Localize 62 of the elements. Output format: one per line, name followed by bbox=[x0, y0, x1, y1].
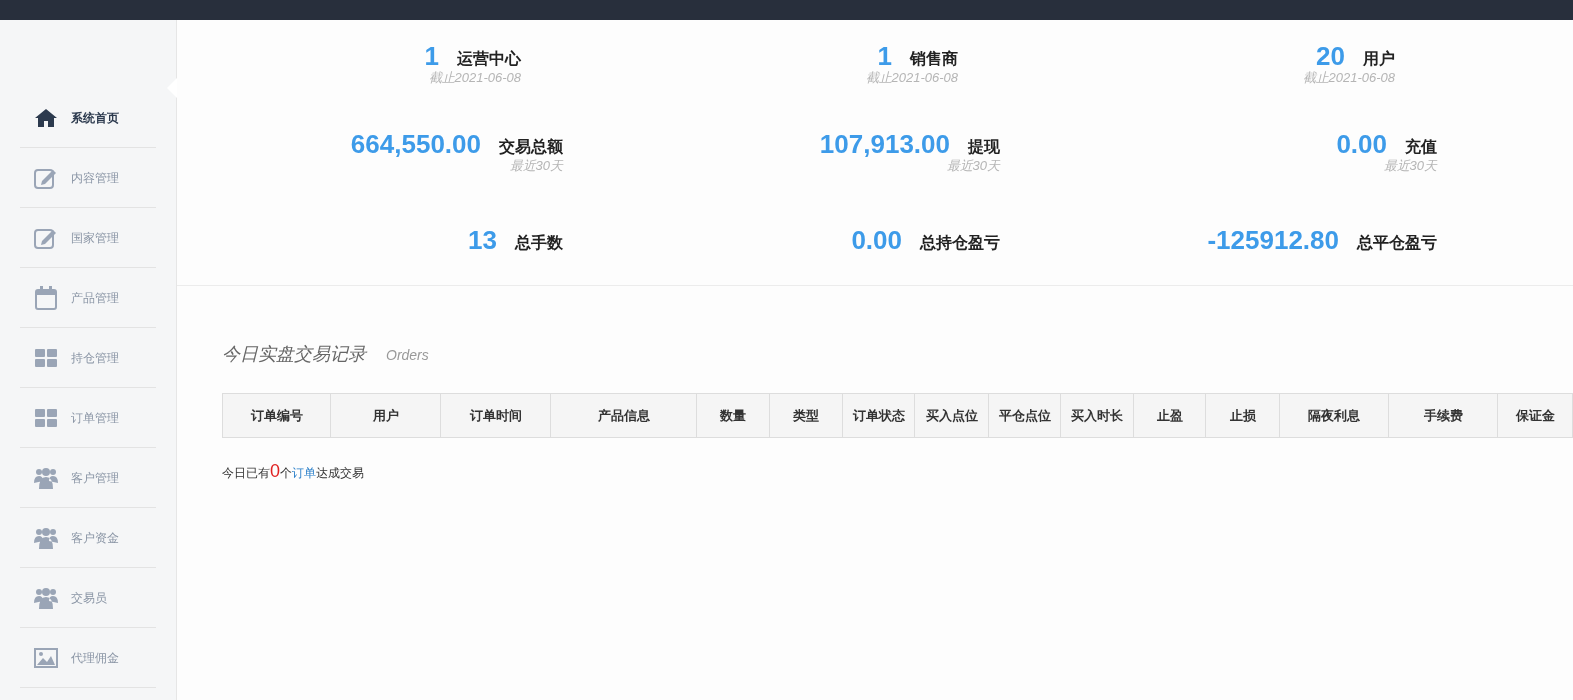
sidebar-item[interactable]: 客户管理 bbox=[20, 448, 156, 508]
column-header: 保证金 bbox=[1498, 394, 1573, 437]
sidebar-item[interactable]: 交易员 bbox=[20, 568, 156, 628]
stat-note: 截止2021-06-08 bbox=[865, 71, 958, 84]
column-header: 止盈 bbox=[1134, 394, 1206, 437]
column-header: 订单时间 bbox=[441, 394, 551, 437]
users-icon bbox=[34, 526, 58, 549]
sidebar-item[interactable]: 持仓管理 bbox=[20, 328, 156, 388]
column-header: 类型 bbox=[770, 394, 843, 437]
column-header: 平仓点位 bbox=[989, 394, 1061, 437]
column-header: 产品信息 bbox=[551, 394, 697, 437]
stat-value: 20 bbox=[1316, 43, 1345, 69]
stat-value: 1 bbox=[424, 43, 439, 69]
column-header: 隔夜利息 bbox=[1280, 394, 1389, 437]
stat-note: 截止2021-06-08 bbox=[1302, 71, 1395, 84]
stat-label: 总手数 bbox=[515, 233, 563, 253]
sidebar-item[interactable]: 系统首页 bbox=[20, 88, 156, 148]
sidebar-item[interactable]: 代理佣金 bbox=[20, 628, 156, 688]
stat-label: 用户 bbox=[1363, 49, 1395, 69]
stat-note: 最近30天 bbox=[509, 158, 563, 172]
users-icon bbox=[34, 586, 58, 609]
sidebar-item[interactable]: 内容管理 bbox=[20, 148, 156, 208]
edit-icon bbox=[34, 166, 58, 189]
column-header: 买入时长 bbox=[1061, 394, 1134, 437]
column-header: 止损 bbox=[1206, 394, 1280, 437]
column-header: 数量 bbox=[697, 394, 770, 437]
sidebar-item[interactable]: 国家管理 bbox=[20, 208, 156, 268]
column-header: 买入点位 bbox=[915, 394, 989, 437]
stat-label: 总持仓盈亏 bbox=[920, 233, 1000, 253]
stat-note: 最近30天 bbox=[946, 158, 1000, 172]
stat-label: 充值 bbox=[1405, 136, 1437, 157]
calendar-icon bbox=[35, 285, 57, 310]
sidebar-item[interactable]: 订单管理 bbox=[20, 388, 156, 448]
home-icon bbox=[35, 108, 57, 127]
image-icon bbox=[34, 647, 58, 668]
column-header: 手续费 bbox=[1389, 394, 1498, 437]
summary-text: 今日已有0个订单达成交易 bbox=[222, 460, 365, 483]
stat-value: 13 bbox=[468, 227, 497, 253]
stat-label: 运营中心 bbox=[457, 49, 521, 69]
stat-label: 销售商 bbox=[910, 49, 958, 69]
stat-value: 0.00 bbox=[1336, 130, 1387, 157]
grid-icon bbox=[35, 348, 57, 367]
section-title: 今日实盘交易记录 bbox=[222, 343, 366, 366]
column-header: 用户 bbox=[331, 394, 441, 437]
section-subtitle: Orders bbox=[386, 346, 429, 365]
stat-label: 提现 bbox=[968, 136, 1000, 157]
stat-value: 0.00 bbox=[851, 227, 902, 253]
stat-value: 1 bbox=[877, 43, 892, 69]
stat-note: 截止2021-06-08 bbox=[428, 71, 521, 84]
users-icon bbox=[34, 466, 58, 489]
stat-label: 总平仓盈亏 bbox=[1357, 233, 1437, 253]
column-header: 订单状态 bbox=[843, 394, 915, 437]
sidebar-item[interactable]: 产品管理 bbox=[20, 268, 156, 328]
column-header: 订单编号 bbox=[222, 394, 331, 437]
stat-value: 107,913.00 bbox=[819, 130, 950, 157]
stat-label: 交易总额 bbox=[499, 136, 563, 157]
sidebar-item[interactable]: 客户资金 bbox=[20, 508, 156, 568]
grid-icon bbox=[35, 408, 57, 427]
stat-note: 最近30天 bbox=[1383, 158, 1437, 172]
stat-value: 664,550.00 bbox=[350, 130, 481, 157]
edit-icon bbox=[34, 226, 58, 249]
stat-value: -125912.80 bbox=[1207, 227, 1339, 253]
